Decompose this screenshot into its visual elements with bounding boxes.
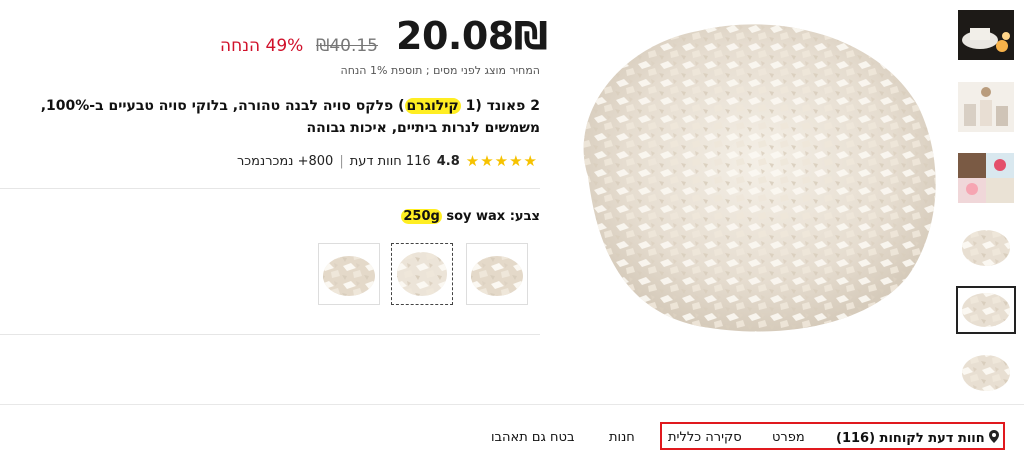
variant-name: 250g soy wax bbox=[401, 209, 505, 224]
variant-swatch-3[interactable] bbox=[466, 243, 528, 305]
original-price: ₪40.15 bbox=[316, 36, 378, 56]
rating-score: 4.8 bbox=[436, 153, 460, 169]
review-count[interactable]: 116 חוות דעת bbox=[350, 154, 431, 169]
star-icon: ★★★★★ bbox=[465, 152, 538, 170]
current-price: 20.08₪ bbox=[396, 14, 548, 58]
thumbnail-soy-flakes-2-selected[interactable] bbox=[956, 286, 1016, 334]
map-pin-icon bbox=[989, 430, 1000, 447]
tab-customer-reviews[interactable]: חוות דעת לקוחות (116) bbox=[836, 430, 1000, 447]
discount-badge: 49% הנחה bbox=[220, 36, 304, 56]
variant-name-text: soy wax bbox=[446, 209, 506, 224]
variant-label: צבע: 250g soy wax bbox=[330, 209, 540, 224]
thumbnail-soy-flakes-3[interactable] bbox=[958, 348, 1014, 398]
thumbnail-colored-candles[interactable] bbox=[958, 153, 1014, 203]
thumbnail-candles-cup[interactable] bbox=[958, 10, 1014, 60]
thumbnail-soy-flakes-1[interactable] bbox=[958, 222, 1014, 272]
variant-size-highlight: 250g bbox=[401, 209, 442, 224]
tab-customer-reviews-label: חוות דעת לקוחות (116) bbox=[836, 431, 985, 446]
thumbnail-candle-jars[interactable] bbox=[958, 82, 1014, 132]
tab-overview[interactable]: סקירה כללית bbox=[668, 430, 742, 445]
tab-specs[interactable]: מפרט bbox=[772, 430, 805, 445]
title-part-1: 2 פאונד (1 bbox=[460, 98, 540, 114]
tax-note: המחיר מוצג לפני מסים ; תוספת 1% הנחה bbox=[340, 64, 540, 77]
section-divider-2 bbox=[0, 334, 540, 335]
rating-row[interactable]: ★★★★★ 4.8 116 חוות דעת | 800+ נמכרנמכר bbox=[218, 152, 538, 170]
section-divider bbox=[0, 188, 540, 189]
main-product-image[interactable] bbox=[548, 6, 948, 342]
title-highlight: קילוגרם bbox=[404, 98, 461, 114]
variant-swatch-2-selected[interactable] bbox=[391, 243, 453, 305]
tab-recommended[interactable]: בטח גם תאהבו bbox=[491, 430, 574, 445]
variant-swatch-1[interactable] bbox=[318, 243, 380, 305]
rating-separator: | bbox=[339, 153, 344, 169]
variant-label-prefix: צבע: bbox=[505, 209, 540, 224]
product-title: 2 פאונד (1 קילוגרם) פלקס סויה לבנה טהורה… bbox=[14, 95, 540, 139]
tabs-divider bbox=[0, 404, 1024, 405]
tab-store[interactable]: חנות bbox=[609, 430, 635, 445]
sold-count: 800+ נמכרנמכר bbox=[236, 153, 334, 169]
